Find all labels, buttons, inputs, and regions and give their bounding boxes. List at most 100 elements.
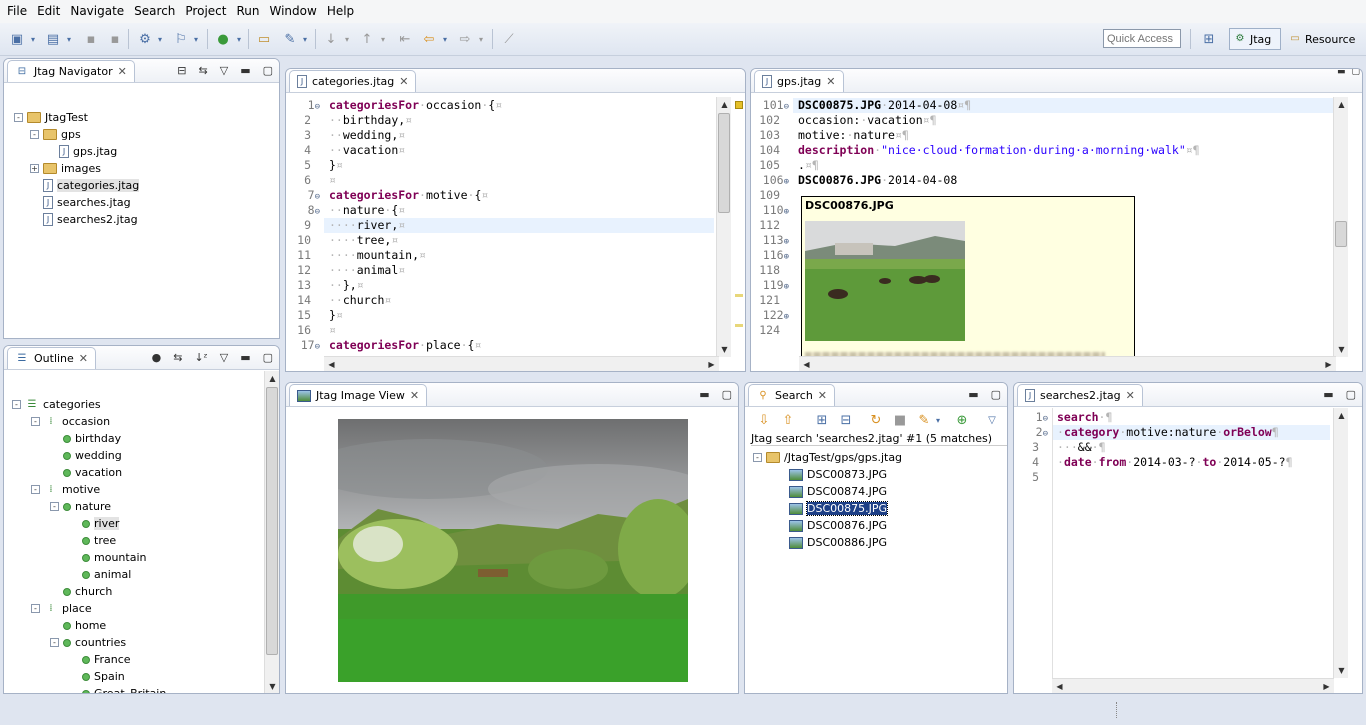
fold-toggle-icon[interactable]: ⊕: [784, 207, 789, 217]
fold-toggle-icon[interactable]: ⊖: [315, 207, 320, 217]
scroll-down-icon[interactable]: ▼: [717, 342, 732, 357]
navigator-item-gps[interactable]: - gps: [30, 126, 81, 143]
scroll-up-icon[interactable]: ▲: [265, 371, 279, 386]
scroll-up-icon[interactable]: ▲: [1334, 97, 1349, 112]
fold-toggle-icon[interactable]: ⊕: [784, 312, 789, 322]
search-history-icon[interactable]: ✎: [915, 411, 933, 429]
open-folder-icon[interactable]: ▭: [255, 30, 273, 48]
fold-toggle-icon[interactable]: ⊖: [784, 102, 789, 112]
outline-item-birthday[interactable]: birthday: [50, 430, 121, 447]
debug-icon[interactable]: ⚙: [136, 30, 154, 48]
tab-outline[interactable]: ☰ Outline ✕: [7, 347, 97, 369]
code-line[interactable]: }¤: [329, 308, 343, 323]
code-line[interactable]: ···&&·¶: [1057, 440, 1106, 455]
close-icon[interactable]: ✕: [410, 389, 419, 402]
menu-search[interactable]: Search: [129, 0, 180, 23]
scroll-thumb[interactable]: [718, 113, 730, 213]
debug-dropdown-icon[interactable]: ▾: [155, 30, 165, 48]
close-icon[interactable]: ✕: [818, 389, 827, 402]
search-result-dsc00875-jpg[interactable]: DSC00875.JPG: [789, 500, 889, 517]
expand-toggle-icon[interactable]: -: [30, 130, 39, 139]
cancel-search-icon[interactable]: ■: [891, 411, 909, 429]
code-line[interactable]: DSC00876.JPG·2014-04-08: [798, 173, 957, 188]
overview-ruler-marker[interactable]: [735, 101, 743, 109]
perspective-resource-button[interactable]: ▭ Resource: [1285, 28, 1363, 50]
run-dropdown-icon[interactable]: ▾: [234, 30, 244, 48]
outline-item-motive[interactable]: - ⁞ motive: [31, 481, 100, 498]
next-annotation-icon[interactable]: ↓: [322, 30, 340, 48]
outline-item-wedding[interactable]: wedding: [50, 447, 122, 464]
quick-access-input[interactable]: [1103, 29, 1181, 48]
navigator-item-searches-jtag[interactable]: Jsearches.jtag: [30, 194, 131, 211]
new-wizard-icon[interactable]: ▤: [44, 30, 62, 48]
outline-scrollbar[interactable]: ▲ ▼: [264, 371, 279, 693]
code-line[interactable]: ·category·motive:nature·orBelow¶: [1057, 425, 1279, 440]
outline-item-animal[interactable]: animal: [69, 566, 131, 583]
search-result-dsc00874-jpg[interactable]: DSC00874.JPG: [789, 483, 887, 500]
tab-jtag-image-view[interactable]: Jtag Image View ✕: [289, 384, 428, 406]
code-line[interactable]: motive:·nature¤¶: [798, 128, 909, 143]
search-result-dsc00876-jpg[interactable]: DSC00876.JPG: [789, 517, 887, 534]
fold-toggle-icon[interactable]: ⊖: [315, 342, 320, 352]
code-line[interactable]: DSC00875.JPG·2014-04-08¤¶: [798, 98, 971, 113]
forward-icon[interactable]: ⇨: [456, 30, 474, 48]
code-line[interactable]: ··},¤: [329, 278, 364, 293]
code-line[interactable]: ····tree,¤: [329, 233, 398, 248]
expand-all-icon[interactable]: ⊞: [813, 411, 831, 429]
outline-item-home[interactable]: home: [50, 617, 106, 634]
fold-toggle-icon[interactable]: ⊖: [315, 102, 320, 112]
close-icon[interactable]: ✕: [79, 352, 88, 365]
expand-toggle-icon[interactable]: -: [50, 502, 59, 511]
code-line[interactable]: ¤: [329, 323, 336, 338]
close-icon[interactable]: ✕: [399, 75, 408, 88]
tab-gps-jtag[interactable]: J gps.jtag ✕: [754, 70, 844, 92]
expand-toggle-icon[interactable]: -: [12, 400, 21, 409]
hide-fields-icon[interactable]: ●: [152, 351, 162, 364]
expand-toggle-icon[interactable]: +: [30, 164, 39, 173]
close-icon[interactable]: ✕: [118, 65, 127, 78]
last-edit-icon[interactable]: ⇤: [396, 30, 414, 48]
fold-toggle-icon[interactable]: ⊕: [784, 177, 789, 187]
code-line[interactable]: search·¶: [1057, 410, 1112, 425]
outline-item-river[interactable]: river: [69, 515, 120, 532]
gps-hscrollbar[interactable]: ◀ ▶: [799, 356, 1336, 371]
code-line[interactable]: ·date·from·2014-03-?·to·2014-05-?¶: [1057, 455, 1293, 470]
outline-item-place[interactable]: - ⁞ place: [31, 600, 92, 617]
new-icon[interactable]: ▣: [8, 30, 26, 48]
run-icon[interactable]: ●: [214, 30, 232, 48]
menu-window[interactable]: Window: [264, 0, 321, 23]
fold-toggle-icon[interactable]: ⊖: [1043, 429, 1048, 439]
minimize-icon[interactable]: ▬: [240, 351, 250, 364]
categories-code-area[interactable]: 1⊖ categoriesFor·occasion·{¤ 2 ··birthday,¤…: [286, 93, 745, 352]
code-line[interactable]: .¤¶: [798, 158, 819, 173]
link-editor-icon[interactable]: ⇆: [173, 351, 182, 364]
fold-toggle-icon[interactable]: ⊕: [784, 252, 789, 262]
outline-item-nature[interactable]: - nature: [50, 498, 111, 515]
navigator-item-images[interactable]: + images: [30, 160, 101, 177]
save-all-icon[interactable]: ▪: [106, 30, 124, 48]
outline-item-great-britain[interactable]: Great_Britain: [69, 685, 166, 693]
code-line[interactable]: categoriesFor·place·{¤: [329, 338, 481, 353]
maximize-icon[interactable]: ▢: [1351, 69, 1360, 77]
expand-toggle-icon[interactable]: -: [31, 604, 40, 613]
scroll-right-icon[interactable]: ▶: [704, 357, 719, 371]
code-line[interactable]: ····animal¤: [329, 263, 405, 278]
tab-categories-jtag[interactable]: J categories.jtag ✕: [289, 70, 417, 92]
run-config-icon[interactable]: ⚐: [172, 30, 190, 48]
next-match-icon[interactable]: ⇩: [755, 411, 773, 429]
tab-search[interactable]: ⚲ Search ✕: [748, 384, 836, 406]
maximize-icon[interactable]: ▢: [1346, 388, 1356, 401]
navigator-item-searches2-jtag[interactable]: Jsearches2.jtag: [30, 211, 138, 228]
pin-editor-icon[interactable]: ⟋: [500, 30, 518, 48]
fold-toggle-icon[interactable]: ⊖: [315, 192, 320, 202]
search-result-dsc00886-jpg[interactable]: DSC00886.JPG: [789, 534, 887, 551]
searches2-scrollbar[interactable]: ▲ ▼: [1333, 408, 1348, 678]
menu-help[interactable]: Help: [322, 0, 359, 23]
save-icon[interactable]: ▪: [82, 30, 100, 48]
code-line[interactable]: occasion:·vacation¤¶: [798, 113, 937, 128]
fold-toggle-icon[interactable]: ⊕: [784, 237, 789, 247]
code-line[interactable]: ····river,¤: [329, 218, 405, 233]
search-tool-dropdown-icon[interactable]: ▾: [300, 30, 310, 48]
next-annotation-dropdown-icon[interactable]: ▾: [342, 30, 352, 48]
back-icon[interactable]: ⇦: [420, 30, 438, 48]
